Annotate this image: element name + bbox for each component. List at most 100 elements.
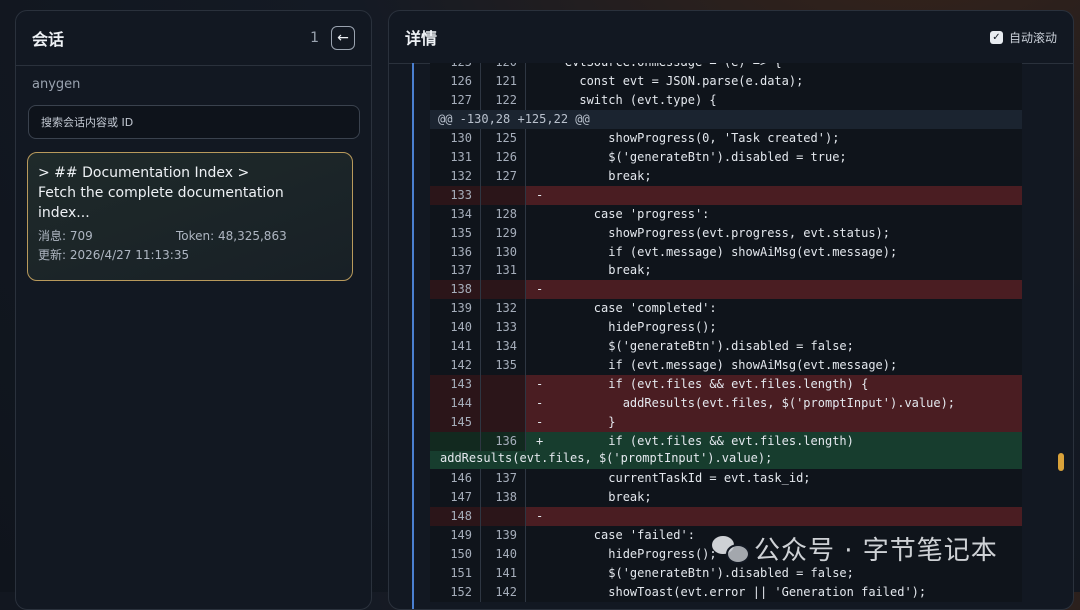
code-text: if (evt.message) showAiMsg(evt.message);	[536, 358, 898, 373]
code-text: switch (evt.type) {	[536, 92, 717, 107]
token-count: Token: 48,325,863	[176, 229, 287, 243]
old-line-number: 133	[430, 185, 480, 205]
new-line-number: 141	[480, 563, 526, 583]
new-line-number: 132	[480, 299, 526, 319]
code-text: showProgress(evt.progress, evt.status);	[536, 225, 891, 240]
diff-line-context: 136 130 if (evt.message) showAiMsg(evt.me…	[430, 242, 1022, 262]
code-text: -	[536, 508, 544, 523]
code-text: break;	[536, 489, 652, 504]
detail-panel: 详情 ✓ 自动滚动 125120 evtSource.onmessage = (…	[388, 10, 1074, 610]
diff-line-context: 137 131 break;	[430, 261, 1022, 281]
diff-line-removed: 133 -	[430, 185, 1022, 205]
diff-lines: 125120 evtSource.onmessage = (e) => {126…	[430, 63, 1022, 602]
new-line-number: 138	[480, 487, 526, 507]
code-text: -	[536, 282, 544, 297]
old-line-number: 132	[450, 168, 472, 183]
new-line-number: 133	[480, 318, 526, 338]
scrollbar-thumb[interactable]	[1058, 453, 1064, 471]
checkbox-checked-icon[interactable]: ✓	[989, 30, 1003, 44]
diff-line-removed: 145 - }	[430, 413, 1022, 433]
code-text: $('generateBtn').disabled = true;	[536, 149, 847, 164]
old-line-number: 126	[450, 73, 472, 88]
code-text: const evt = JSON.parse(e.data);	[536, 73, 804, 88]
old-line-number: 146	[450, 471, 472, 486]
diff-line-context: 147 138 break;	[430, 487, 1022, 507]
old-line-number: 151	[450, 565, 472, 580]
session-panel: 会话 1 ← anygen > ## Documentation Index >…	[15, 10, 372, 610]
code-text: showToast(evt.error || 'Generation faile…	[536, 584, 927, 599]
old-line-number: 140	[450, 320, 472, 335]
code-text: - if (evt.files && evt.files.length) {	[536, 377, 869, 392]
code-text: break;	[536, 263, 652, 278]
diff-hunk-header: @@ -130,28 +125,22 @@	[430, 109, 1022, 129]
project-label: anygen	[32, 77, 81, 92]
old-line-number: 144	[430, 394, 480, 414]
diff-line-removed: 148 -	[430, 506, 1022, 526]
new-line-number	[480, 280, 526, 300]
new-line-number	[480, 506, 526, 526]
diff-line-removed: 138 -	[430, 280, 1022, 300]
old-line-number: 125	[430, 63, 480, 72]
new-line-number: 125	[480, 128, 526, 148]
new-line-number: 127	[480, 166, 526, 186]
old-line-number: 127	[450, 92, 472, 107]
wechat-icon	[712, 535, 750, 564]
code-text: evtSource.onmessage = (e) => {	[526, 63, 1022, 72]
diff-line-context: 152 142 showToast(evt.error || 'Generatio…	[430, 582, 1022, 602]
search-input[interactable]	[28, 105, 360, 139]
new-line-number: 122	[480, 90, 526, 110]
new-line-number: 131	[480, 261, 526, 281]
new-line-number: 121	[480, 71, 526, 91]
code-text: - }	[536, 415, 616, 430]
code-text: currentTaskId = evt.task_id;	[536, 471, 811, 486]
new-line-number: 128	[480, 204, 526, 224]
code-text: $('generateBtn').disabled = false;	[536, 339, 854, 354]
arrow-left-icon: ←	[337, 30, 349, 46]
old-line-number: 147	[450, 489, 472, 504]
code-text-wrapped: addResults(evt.files, $('promptInput').v…	[440, 451, 773, 466]
watermark: 公众号 · 字节笔记本	[712, 530, 998, 567]
session-item[interactable]: > ## Documentation Index > Fetch the com…	[27, 152, 353, 281]
code-text: if (evt.message) showAiMsg(evt.message);	[536, 244, 898, 259]
old-line-number: 141	[450, 339, 472, 354]
new-line-number: 142	[480, 582, 526, 602]
old-line-number: 143	[430, 375, 480, 395]
diff-line-context: 135 129 showProgress(evt.progress, evt.st…	[430, 223, 1022, 243]
old-line-number	[430, 432, 480, 452]
diff-line-context: 134 128 case 'progress':	[430, 204, 1022, 224]
panel-title: 会话	[32, 30, 65, 49]
code-text: -	[536, 187, 544, 202]
session-panel-header: 会话 1 ←	[16, 11, 371, 66]
diff-line-context: 127 122 switch (evt.type) {	[430, 90, 1022, 110]
session-count: 1	[310, 30, 319, 46]
new-line-number: 140	[480, 544, 526, 564]
detail-title: 详情	[405, 29, 438, 48]
old-line-number: 152	[450, 584, 472, 599]
autoscroll-label: 自动滚动	[1008, 30, 1057, 45]
old-line-number: 148	[430, 506, 480, 526]
session-meta: 消息: 709 Token: 48,325,863 更新: 2026/4/27 …	[38, 227, 342, 265]
diff-line-context: 131 126 $('generateBtn').disabled = true;	[430, 147, 1022, 167]
new-line-number: 137	[480, 469, 526, 488]
old-line-number: 139	[450, 301, 472, 316]
new-line-number: 126	[480, 147, 526, 167]
new-line-number: 135	[480, 356, 526, 376]
diff-line-context: 141 134 $('generateBtn').disabled = false…	[430, 337, 1022, 357]
old-line-number: 131	[450, 149, 472, 164]
diff-line-added: 136 + if (evt.files && evt.files.length) a…	[430, 432, 1022, 470]
code-text: showProgress(0, 'Task created');	[536, 130, 840, 145]
watermark-text: 公众号 · 字节笔记本	[754, 536, 998, 566]
diff-line-context: 146 137 currentTaskId = evt.task_id;	[430, 469, 1022, 488]
code-text: + if (evt.files && evt.files.length)	[536, 434, 854, 449]
session-title: > ## Documentation Index > Fetch the com…	[38, 165, 284, 221]
new-line-number	[480, 394, 526, 414]
autoscroll-toggle[interactable]: ✓ 自动滚动	[989, 29, 1057, 46]
old-line-number: 138	[430, 280, 480, 300]
code-text: - addResults(evt.files, $('promptInput')…	[536, 396, 956, 411]
code-text: hideProgress();	[536, 320, 717, 335]
old-line-number: 142	[450, 358, 472, 373]
collapse-button[interactable]: ←	[331, 26, 355, 50]
diff-line-context: 126 121 const evt = JSON.parse(e.data);	[430, 71, 1022, 91]
old-line-number: 150	[450, 546, 472, 561]
code-text: case 'completed':	[536, 301, 717, 316]
